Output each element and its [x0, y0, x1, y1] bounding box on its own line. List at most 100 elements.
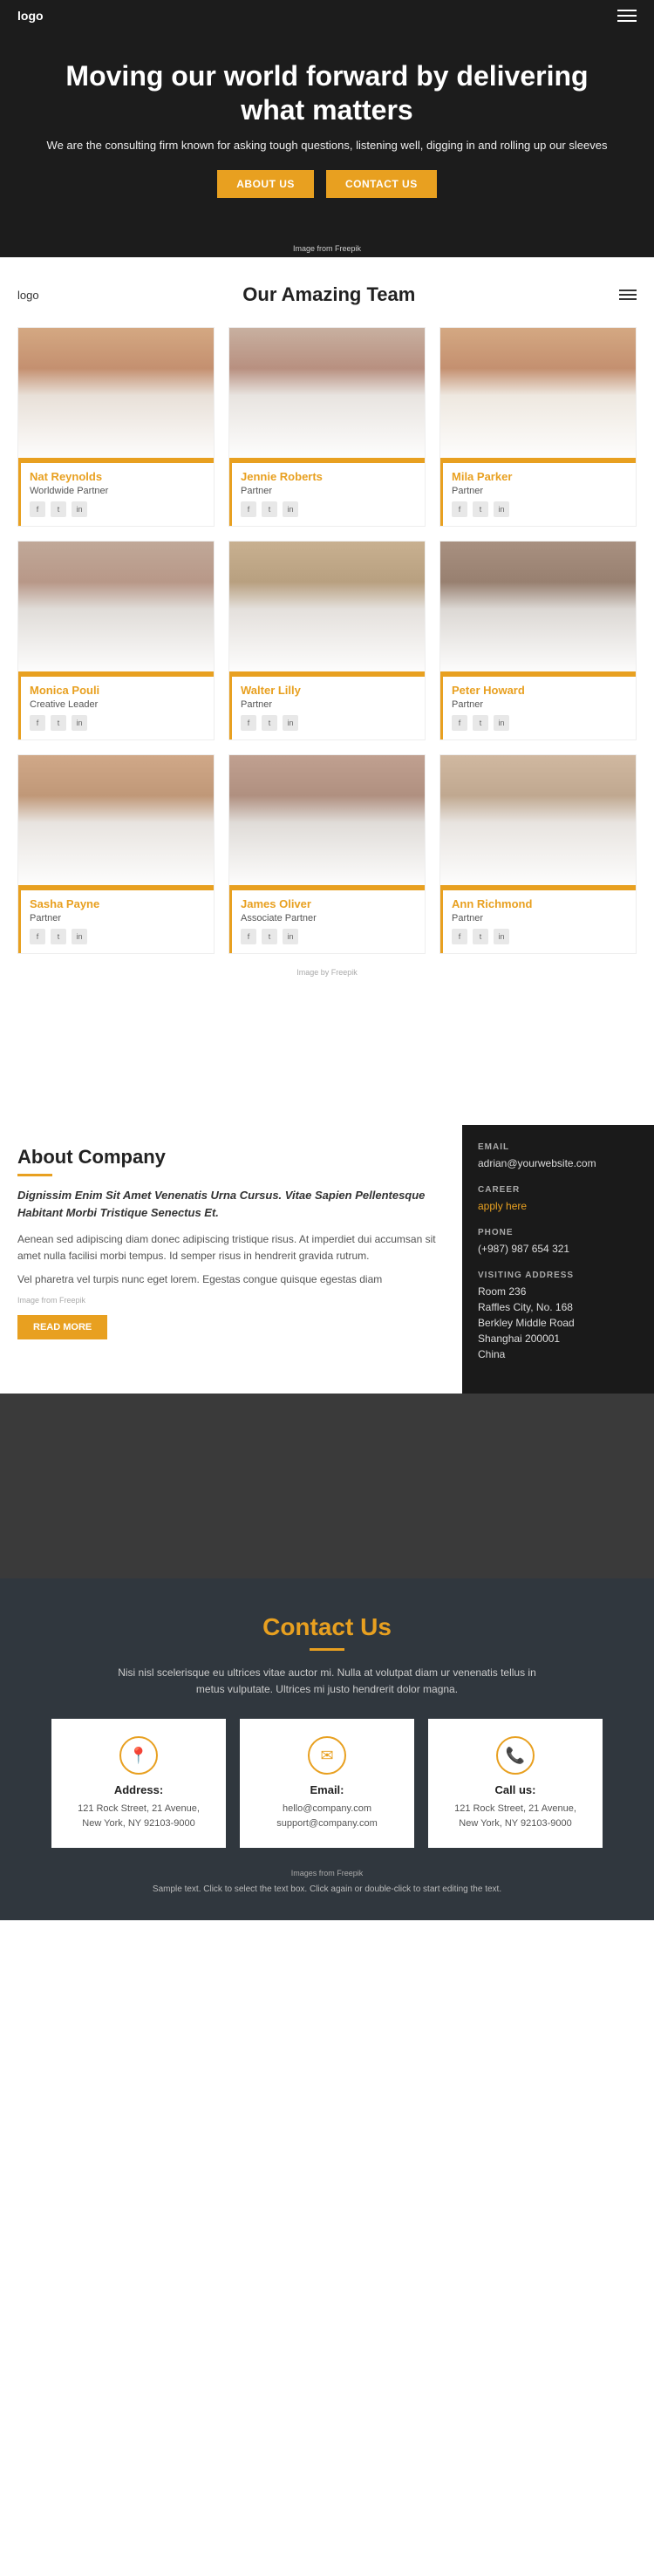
- team-member-photo: [440, 328, 636, 463]
- facebook-icon[interactable]: f: [30, 501, 45, 517]
- team-card: Walter Lilly Partner f t in: [228, 541, 426, 740]
- facebook-icon[interactable]: f: [241, 929, 256, 944]
- contact-card-title: Call us:: [442, 1783, 589, 1796]
- contact-icon: 📞: [496, 1736, 535, 1775]
- facebook-icon[interactable]: f: [30, 715, 45, 731]
- hero-navigation: logo: [0, 9, 654, 23]
- about-phone: PHONE (+987) 987 654 321: [478, 1228, 638, 1257]
- hero-headline: Moving our world forward by delivering w…: [35, 59, 619, 126]
- twitter-icon[interactable]: t: [51, 715, 66, 731]
- about-body-text-2: Vel pharetra vel turpis nunc eget lorem.…: [17, 1271, 445, 1288]
- contact-image-credit: Images from Freepik: [26, 1869, 628, 1877]
- twitter-icon[interactable]: t: [473, 501, 488, 517]
- contact-card: 📞 Call us: 121 Rock Street, 21 Avenue,Ne…: [428, 1719, 603, 1848]
- team-card-social: f t in: [241, 501, 416, 517]
- team-member-photo: [18, 328, 214, 463]
- card-yellow-bar: [18, 671, 214, 677]
- contact-card-title: Address:: [65, 1783, 212, 1796]
- contact-sample-text: Sample text. Click to select the text bo…: [26, 1884, 628, 1894]
- facebook-icon[interactable]: f: [452, 929, 467, 944]
- team-member-role: Creative Leader: [30, 699, 205, 710]
- hero-logo: logo: [17, 9, 44, 23]
- about-section: logo About Company Dignissim Enim Sit Am…: [0, 1125, 654, 1578]
- team-card: Mila Parker Partner f t in: [439, 327, 637, 527]
- about-phone-label: PHONE: [478, 1228, 638, 1237]
- team-member-role: Partner: [452, 913, 627, 923]
- about-us-button[interactable]: ABOUT US: [217, 170, 314, 198]
- team-member-role: Partner: [241, 699, 416, 710]
- contact-title: Contact Us: [26, 1613, 628, 1641]
- team-card-info: Walter Lilly Partner f t in: [229, 677, 425, 739]
- hamburger-line: [617, 10, 637, 11]
- hero-section: logo Moving our world forward by deliver…: [0, 0, 654, 257]
- team-member-photo: [18, 542, 214, 677]
- contact-card-title: Email:: [254, 1783, 400, 1796]
- team-card-info: Ann Richmond Partner f t in: [440, 890, 636, 953]
- read-more-button[interactable]: READ MORE: [17, 1315, 107, 1339]
- instagram-icon[interactable]: in: [494, 501, 509, 517]
- about-email-label: EMAIL: [478, 1142, 638, 1152]
- twitter-icon[interactable]: t: [262, 501, 277, 517]
- team-card-social: f t in: [30, 929, 205, 944]
- about-email-value: adrian@yourwebsite.com: [478, 1155, 638, 1171]
- team-card-info: Monica Pouli Creative Leader f t in: [18, 677, 214, 739]
- hamburger-line: [619, 290, 637, 291]
- facebook-icon[interactable]: f: [452, 715, 467, 731]
- facebook-icon[interactable]: f: [452, 501, 467, 517]
- team-card-info: Nat Reynolds Worldwide Partner f t in: [18, 463, 214, 526]
- facebook-icon[interactable]: f: [30, 929, 45, 944]
- about-address-value: Room 236 Raffles City, No. 168 Berkley M…: [478, 1284, 638, 1362]
- contact-us-button[interactable]: CONTACT US: [326, 170, 437, 198]
- about-body-text-1: Aenean sed adipiscing diam donec adipisc…: [17, 1231, 445, 1264]
- team-card: Monica Pouli Creative Leader f t in: [17, 541, 215, 740]
- team-title: Our Amazing Team: [39, 283, 619, 306]
- hamburger-line: [619, 298, 637, 300]
- team-member-name: James Oliver: [241, 897, 416, 910]
- contact-cards: 📍 Address: 121 Rock Street, 21 Avenue,Ne…: [26, 1719, 628, 1848]
- instagram-icon[interactable]: in: [72, 501, 87, 517]
- twitter-icon[interactable]: t: [473, 929, 488, 944]
- contact-description: Nisi nisl scelerisque eu ultrices vitae …: [109, 1665, 545, 1698]
- team-card: Ann Richmond Partner f t in: [439, 754, 637, 954]
- contact-card-text: 121 Rock Street, 21 Avenue,New York, NY …: [65, 1802, 212, 1830]
- team-member-photo: [440, 542, 636, 677]
- facebook-icon[interactable]: f: [241, 715, 256, 731]
- instagram-icon[interactable]: in: [72, 929, 87, 944]
- twitter-icon[interactable]: t: [51, 501, 66, 517]
- hamburger-line: [617, 15, 637, 17]
- card-yellow-bar: [440, 671, 636, 677]
- card-yellow-bar: [229, 885, 425, 890]
- twitter-icon[interactable]: t: [262, 929, 277, 944]
- about-italic-text: Dignissim Enim Sit Amet Venenatis Urna C…: [17, 1187, 445, 1221]
- team-card-social: f t in: [452, 929, 627, 944]
- instagram-icon[interactable]: in: [283, 929, 298, 944]
- team-card-info: Mila Parker Partner f t in: [440, 463, 636, 526]
- team-member-name: Ann Richmond: [452, 897, 627, 910]
- instagram-icon[interactable]: in: [283, 715, 298, 731]
- team-member-name: Nat Reynolds: [30, 470, 205, 483]
- team-menu-button[interactable]: [619, 290, 637, 300]
- team-image-credit: Image by Freepik: [17, 968, 637, 977]
- instagram-icon[interactable]: in: [72, 715, 87, 731]
- about-right-panel: EMAIL adrian@yourwebsite.com CAREER appl…: [462, 1125, 654, 1394]
- contact-divider: [310, 1648, 344, 1651]
- instagram-icon[interactable]: in: [494, 929, 509, 944]
- team-card: Peter Howard Partner f t in: [439, 541, 637, 740]
- team-card-social: f t in: [452, 715, 627, 731]
- twitter-icon[interactable]: t: [51, 929, 66, 944]
- about-address: VISITING ADDRESS Room 236 Raffles City, …: [478, 1271, 638, 1362]
- team-member-role: Associate Partner: [241, 913, 416, 923]
- instagram-icon[interactable]: in: [283, 501, 298, 517]
- facebook-icon[interactable]: f: [241, 501, 256, 517]
- team-member-role: Worldwide Partner: [30, 486, 205, 496]
- team-member-name: Sasha Payne: [30, 897, 205, 910]
- about-career-value[interactable]: apply here: [478, 1198, 638, 1214]
- twitter-icon[interactable]: t: [262, 715, 277, 731]
- instagram-icon[interactable]: in: [494, 715, 509, 731]
- about-email: EMAIL adrian@yourwebsite.com: [478, 1142, 638, 1171]
- hero-menu-button[interactable]: [617, 10, 637, 22]
- hero-content: Moving our world forward by delivering w…: [0, 59, 654, 197]
- team-member-name: Mila Parker: [452, 470, 627, 483]
- twitter-icon[interactable]: t: [473, 715, 488, 731]
- contact-card-text: 121 Rock Street, 21 Avenue,New York, NY …: [442, 1802, 589, 1830]
